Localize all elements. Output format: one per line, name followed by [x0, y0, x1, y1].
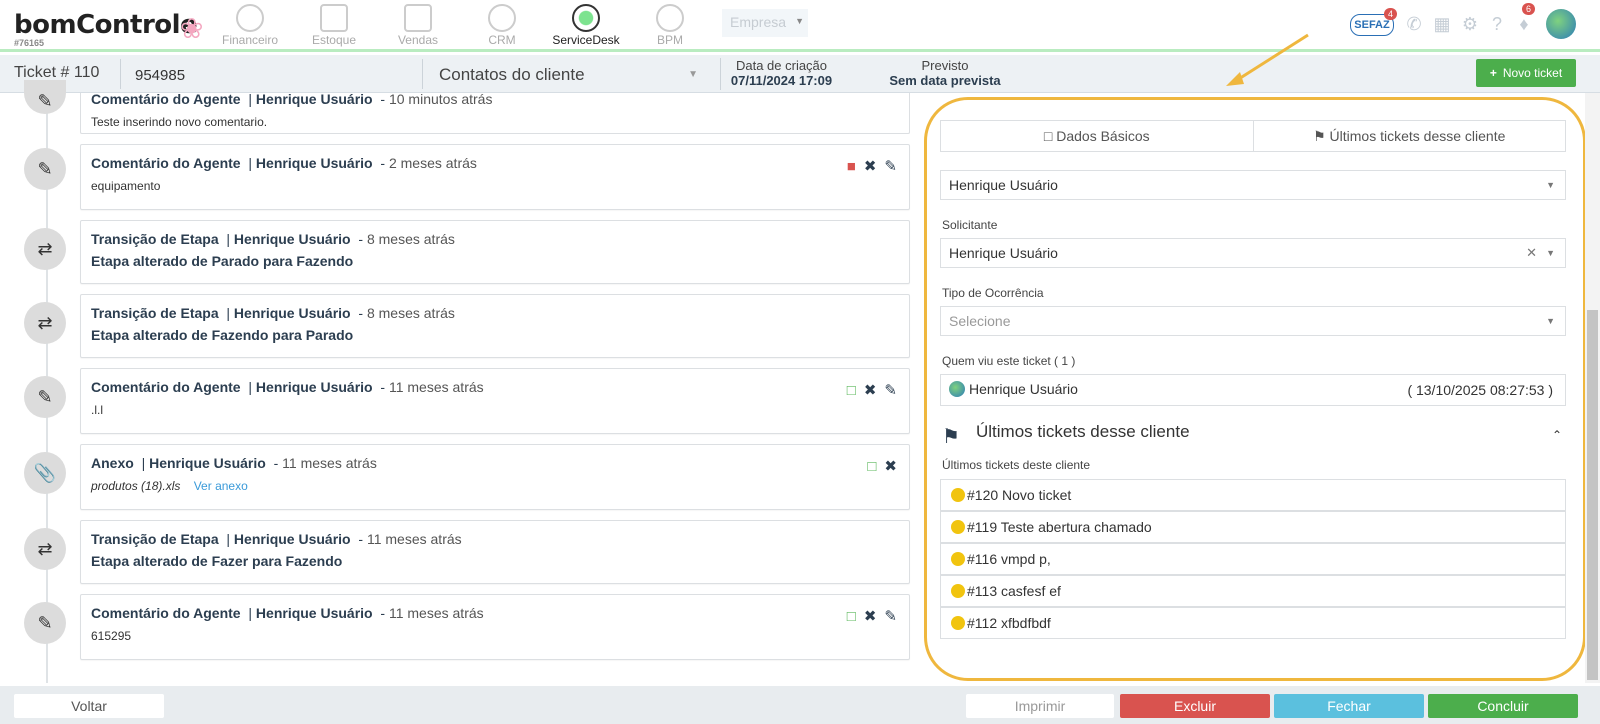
calendar-icon[interactable]: ▦ — [1432, 14, 1452, 34]
highlight-outline — [924, 97, 1586, 681]
transition-icon: ⇄ — [24, 228, 66, 270]
notifications-badge: 6 — [1522, 3, 1536, 15]
trash-icon[interactable]: ✖ — [864, 382, 877, 399]
timeline-card: Anexo | Henrique Usuário - 11 meses atrá… — [80, 444, 910, 510]
close-button[interactable]: Fechar — [1274, 694, 1424, 718]
ticket-id-field[interactable]: 954985 — [120, 59, 420, 89]
finish-button[interactable]: Concluir — [1428, 694, 1578, 718]
timeline-card: Comentário do Agente | Henrique Usuário … — [80, 368, 910, 434]
comment-icon: ✎ — [24, 148, 66, 190]
unlock-icon[interactable]: □ — [867, 458, 876, 475]
trash-icon[interactable]: ✖ — [864, 158, 877, 175]
headset-icon — [572, 4, 600, 32]
gear-icon[interactable]: ⚙ — [1460, 14, 1480, 34]
target-icon — [488, 4, 516, 32]
nav-estoque[interactable]: Estoque — [292, 2, 376, 48]
chevron-down-icon: ▼ — [688, 69, 698, 80]
network-icon — [656, 4, 684, 32]
transition-icon: ⇄ — [24, 528, 66, 570]
timeline-card: Transição de Etapa | Henrique Usuário - … — [80, 520, 910, 584]
attachment-filename: produtos (18).xls — [91, 479, 181, 493]
print-button[interactable]: Imprimir — [966, 694, 1114, 718]
nav-bpm[interactable]: BPM — [628, 2, 712, 48]
trash-icon[interactable]: ✖ — [864, 608, 877, 625]
timeline-card: Comentário do Agente | Henrique Usuário … — [80, 144, 910, 210]
timeline-card: Transição de Etapa | Henrique Usuário - … — [80, 220, 910, 284]
help-icon[interactable]: ? — [1487, 14, 1507, 34]
edit-icon[interactable]: ✎ — [884, 158, 897, 175]
comment-icon: ✎ — [24, 376, 66, 418]
new-ticket-button[interactable]: + Novo ticket — [1476, 59, 1576, 87]
trash-icon[interactable]: ✖ — [884, 458, 897, 475]
money-icon — [236, 4, 264, 32]
avatar[interactable] — [1546, 9, 1576, 39]
app-logo[interactable]: bomControle — [14, 10, 198, 40]
ribbon-icon: ❀ — [180, 13, 204, 44]
delete-button[interactable]: Excluir — [1120, 694, 1270, 718]
client-code: #76165 — [14, 38, 45, 48]
ticket-header-bar: Ticket # 110 954985 Contatos do cliente ▼… — [0, 55, 1600, 93]
view-attachment-link[interactable]: Ver anexo — [194, 479, 248, 493]
comment-icon: ✎ — [24, 602, 66, 644]
nav-servicedesk[interactable]: ServiceDesk — [544, 2, 628, 48]
comment-icon: ✎ — [24, 80, 66, 114]
nav-crm[interactable]: CRM — [460, 2, 544, 48]
paperclip-icon: 📎 — [24, 452, 66, 494]
whatsapp-icon[interactable]: ✆ — [1404, 14, 1424, 34]
unlock-icon[interactable]: □ — [847, 382, 856, 399]
box-icon — [320, 4, 348, 32]
arrow-annotation — [1226, 33, 1309, 86]
plus-icon: + — [1489, 66, 1497, 80]
edit-icon[interactable]: ✎ — [884, 608, 897, 625]
timeline-card: Comentário do Agente | Henrique Usuário … — [80, 594, 910, 660]
edit-icon[interactable]: ✎ — [884, 382, 897, 399]
lock-icon[interactable]: ■ — [847, 158, 856, 175]
sefaz-badge: 4 — [1384, 8, 1398, 20]
back-button[interactable]: Voltar — [14, 694, 164, 718]
chevron-down-icon: ▼ — [795, 16, 804, 26]
company-select[interactable]: Empresa ▼ — [722, 9, 808, 37]
nav-vendas[interactable]: Vendas — [376, 2, 460, 48]
nav-financeiro[interactable]: Financeiro — [208, 2, 292, 48]
scrollbar-thumb[interactable] — [1587, 310, 1598, 680]
timeline-card: Transição de Etapa | Henrique Usuário - … — [80, 294, 910, 358]
contacts-select[interactable]: Contatos do cliente ▼ — [422, 59, 712, 89]
cart-icon — [404, 4, 432, 32]
bell-icon[interactable]: ♦ — [1514, 14, 1534, 34]
created-date: Data de criação 07/11/2024 17:09 — [720, 58, 842, 90]
expected-date: Previsto Sem data prevista — [889, 58, 1001, 88]
unlock-icon[interactable]: □ — [847, 608, 856, 625]
transition-icon: ⇄ — [24, 302, 66, 344]
